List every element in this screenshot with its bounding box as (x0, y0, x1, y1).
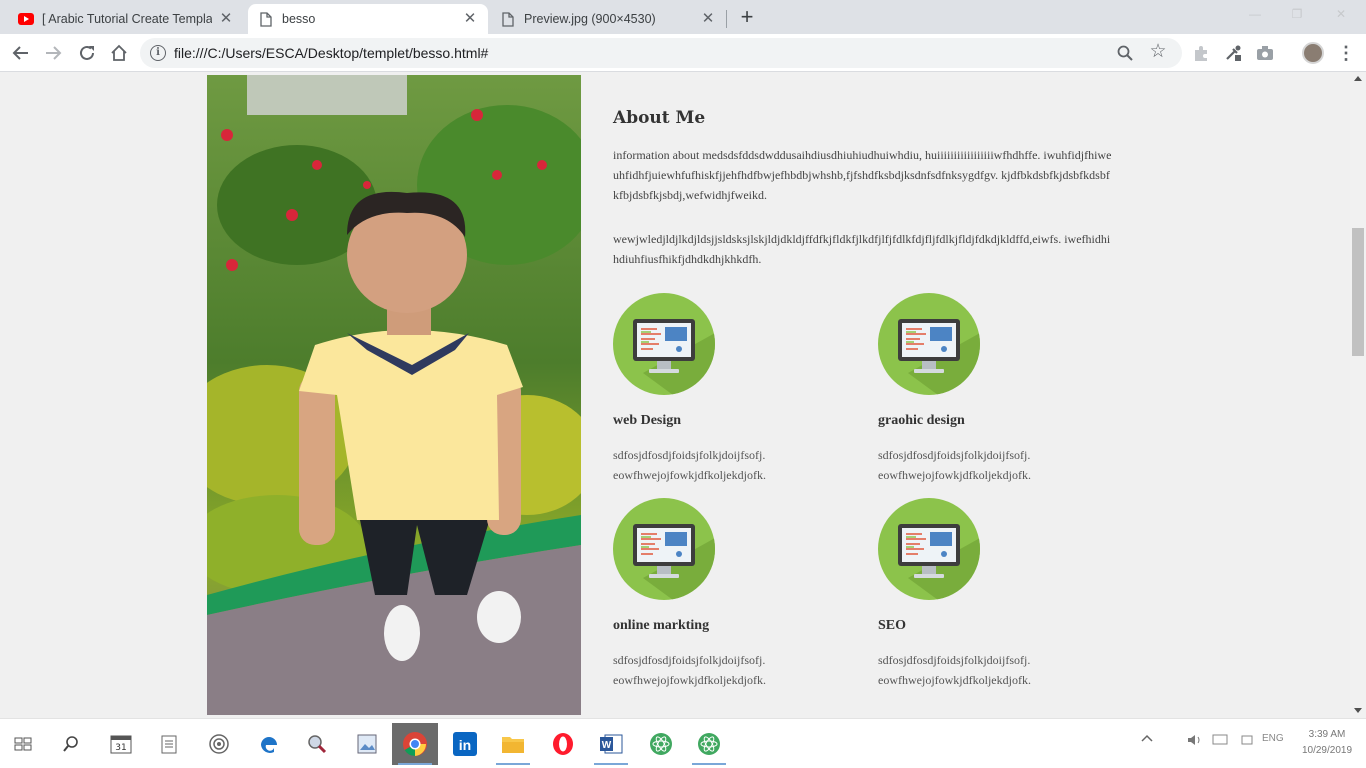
svg-text:in: in (459, 737, 471, 753)
tab-label: [ Arabic Tutorial Create Template (42, 12, 212, 26)
magnifier-icon[interactable] (294, 723, 340, 765)
restore-icon[interactable]: ❐ (1282, 4, 1312, 24)
close-window-icon[interactable]: ✕ (1326, 4, 1356, 24)
opera-icon[interactable] (540, 723, 586, 765)
about-title: About Me (613, 108, 706, 128)
close-icon[interactable]: ✕ (462, 11, 478, 27)
service-title: web Design (613, 413, 682, 428)
language-indicator[interactable]: ENG (1262, 733, 1284, 744)
notepad-icon[interactable] (146, 723, 192, 765)
service-card-seo: SEO sdfosjdfosdjfoidsjfolkjdoijfsofj. eo… (878, 498, 1118, 690)
linkedin-icon[interactable]: in (442, 723, 488, 765)
tab-label: Preview.jpg (900×4530) (524, 12, 656, 26)
forward-button[interactable] (40, 40, 66, 66)
clock-time: 3:39 AM (1308, 729, 1346, 740)
service-card-web-design: web Design sdfosjdfosdjfoidsjfolkjdoijfs… (613, 293, 853, 485)
profile-photo (207, 75, 581, 715)
windows-taskbar: 31 in W ENG 3:39 AM 10/29/2019 (0, 718, 1366, 768)
tab-preview[interactable]: Preview.jpg (900×4530) ✕ (490, 4, 726, 34)
zoom-icon[interactable] (1116, 44, 1134, 62)
image-viewer-icon[interactable] (344, 723, 390, 765)
about-paragraph: wewjwledjldjlkdjldsjjsldsksjlskjldjdkldj… (613, 232, 1111, 266)
home-button[interactable] (106, 40, 132, 66)
minimize-icon[interactable]: — (1240, 4, 1270, 24)
home-icon (111, 44, 127, 61)
bookmark-star-icon[interactable]: ☆ (1148, 41, 1168, 63)
clock-date: 10/29/2019 (1301, 745, 1353, 756)
system-clock[interactable]: 3:39 AM 10/29/2019 (1292, 727, 1362, 759)
menu-dots-icon[interactable]: ⋮ (1336, 42, 1356, 64)
new-tab-button[interactable]: + (734, 6, 760, 30)
chrome-icon[interactable] (392, 723, 438, 765)
close-icon[interactable]: ✕ (700, 11, 716, 27)
word-icon[interactable]: W (588, 723, 634, 765)
monitor-icon (878, 498, 980, 600)
eyedropper-extension-icon[interactable] (1222, 42, 1244, 64)
network-icon[interactable] (1240, 733, 1254, 750)
atom-icon[interactable] (686, 723, 732, 765)
camera-extension-icon[interactable] (1254, 42, 1276, 64)
service-text: sdfosjdfosdjfoidsjfolkjdoijfsofj. eowfhw… (613, 653, 766, 687)
back-button[interactable] (8, 40, 34, 66)
scroll-down-arrow-icon[interactable] (1354, 708, 1362, 713)
service-title: graohic design (878, 413, 965, 428)
service-title: SEO (878, 618, 907, 633)
tab-strip: [ Arabic Tutorial Create Template ✕ bess… (0, 0, 1366, 34)
vertical-scrollbar[interactable] (1350, 72, 1366, 718)
file-explorer-icon[interactable] (490, 723, 536, 765)
close-icon[interactable]: ✕ (218, 11, 234, 27)
service-card-graphic-design: graohic design sdfosjdfosdjfoidsjfolkjdo… (878, 293, 1118, 485)
keyboard-icon[interactable] (1212, 733, 1228, 748)
chevron-up-icon[interactable] (1140, 733, 1154, 746)
page-icon (258, 11, 274, 27)
back-arrow-icon (12, 46, 28, 60)
reload-button[interactable] (74, 40, 100, 66)
tab-besso[interactable]: besso ✕ (248, 4, 488, 34)
task-view-icon[interactable] (0, 723, 46, 765)
info-icon[interactable]: i (150, 45, 166, 61)
extension-puzzle-icon[interactable] (1190, 42, 1212, 64)
tab-separator (726, 10, 727, 28)
service-text: sdfosjdfosdjfoidsjfolkjdoijfsofj. eowfhw… (613, 448, 766, 482)
svg-text:W: W (602, 740, 612, 751)
monitor-icon (613, 498, 715, 600)
atom-icon[interactable] (638, 723, 684, 765)
search-icon[interactable] (48, 723, 94, 765)
scroll-up-arrow-icon[interactable] (1354, 76, 1362, 81)
youtube-icon (18, 11, 34, 27)
service-text: sdfosjdfosdjfoidsjfolkjdoijfsofj. eowfhw… (878, 448, 1031, 482)
browser-toolbar: i file:///C:/Users/ESCA/Desktop/templet/… (0, 34, 1366, 72)
volume-icon[interactable] (1186, 733, 1204, 750)
tab-arabic-tutorial[interactable]: [ Arabic Tutorial Create Template ✕ (8, 4, 244, 34)
profile-avatar[interactable] (1302, 42, 1324, 64)
edge-icon[interactable] (246, 723, 292, 765)
forward-arrow-icon (46, 46, 62, 60)
settings-icon[interactable] (196, 723, 242, 765)
page-viewport: About Me information about medsdsfddsdwd… (0, 72, 1350, 718)
about-paragraph: information about medsdsfddsdwddusaihdiu… (613, 148, 1112, 202)
service-text: sdfosjdfosdjfoidsjfolkjdoijfsofj. eowfhw… (878, 653, 1031, 687)
svg-text:31: 31 (115, 743, 126, 753)
monitor-icon (613, 293, 715, 395)
monitor-icon (878, 293, 980, 395)
page-icon (500, 11, 516, 27)
address-bar[interactable]: i file:///C:/Users/ESCA/Desktop/templet/… (140, 38, 1182, 68)
service-card-online-marketing: online markting sdfosjdfosdjfoidsjfolkjd… (613, 498, 853, 690)
reload-icon (80, 45, 94, 60)
tab-label: besso (282, 12, 316, 26)
service-title: online markting (613, 618, 710, 633)
scrollbar-thumb[interactable] (1352, 228, 1364, 356)
calendar-app-icon[interactable]: 31 (98, 723, 144, 765)
url-text[interactable]: file:///C:/Users/ESCA/Desktop/templet/be… (174, 45, 488, 61)
